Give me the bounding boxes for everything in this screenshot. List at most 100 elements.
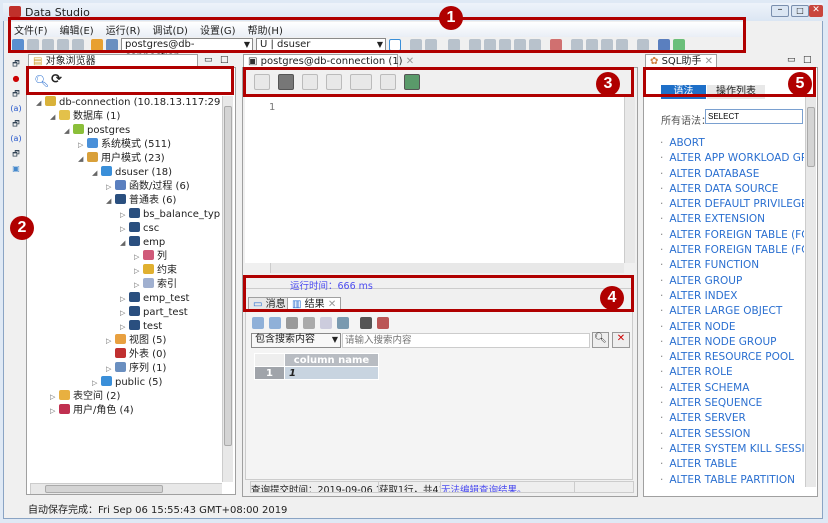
syntax-item[interactable]: · ALTER DATABASE [660,167,804,182]
syntax-filter-input[interactable] [705,109,803,124]
tab-sql-editor[interactable]: ▣ postgres@db-connection (1) ✕ [243,54,414,68]
menu-item[interactable]: 运行(R) [106,22,141,37]
syntax-item[interactable]: · ALTER SCHEMA [660,381,804,396]
tree-node[interactable]: ▷ emp_test [120,292,189,306]
syntax-item[interactable]: · ALTER EXTENSION [660,212,804,227]
tree-node[interactable]: ▷ 表空间 (2) [50,390,120,404]
syntax-item[interactable]: · ALTER DEFAULT PRIVILEGES [660,197,804,212]
close-button[interactable]: ✕ [809,5,823,17]
syntax-item[interactable]: · ALTER SEQUENCE [660,396,804,411]
tab-syntax[interactable]: 语法 [661,85,706,99]
run-icon[interactable] [448,39,460,51]
execute-sql-icon[interactable] [254,74,270,90]
terminal-icon[interactable] [658,39,670,51]
syntax-item[interactable]: · ALTER TABLE PARTITION [660,473,804,486]
restore-icon[interactable]: 🗗 [8,56,24,71]
tree-node[interactable]: 外表 (0) [106,348,166,362]
tab-object-browser[interactable]: ▤ 对象浏览器 [28,54,198,68]
collapse-icon[interactable] [377,317,389,329]
editor-vertical-scrollbar[interactable] [624,97,635,263]
lowercase-icon[interactable] [586,39,598,51]
tree-node[interactable]: ◢ dsuser (18) [92,166,172,180]
syntax-item[interactable]: · ALTER SESSION [660,427,804,442]
stop-icon[interactable] [529,39,541,51]
maximize-view-icon[interactable]: □ [803,55,812,65]
tree-node[interactable]: ▷ public (5) [92,376,162,390]
expand-toggle-icon[interactable]: ◢ [36,96,45,110]
indent-icon[interactable] [601,39,613,51]
expand-toggle-icon[interactable]: ▷ [106,334,115,348]
expand-toggle-icon[interactable]: ▷ [50,390,59,404]
save-icon[interactable] [106,39,118,51]
syntax-item[interactable]: · ALTER INDEX [660,289,804,304]
syntax-item[interactable]: · ALTER SYSTEM KILL SESSION [660,442,804,457]
connect-icon[interactable] [12,39,24,51]
tree-node[interactable]: ▷ 系统模式 (511) [78,138,171,152]
menu-item[interactable]: 调试(D) [152,22,188,37]
expand-toggle-icon[interactable]: ◢ [92,166,101,180]
minimize-view-icon[interactable]: ▭ [204,55,213,65]
minimize-view-icon[interactable]: ▭ [787,55,796,65]
result-search-input[interactable] [342,333,590,348]
tree-node[interactable]: ▷ test [120,320,162,334]
bug-icon[interactable] [514,39,526,51]
tab-results[interactable]: ▥ 结果 ✕ [287,297,342,311]
expand-toggle-icon[interactable]: ▷ [134,250,143,264]
expand-toggle-icon[interactable]: ▷ [120,292,129,306]
syntax-item[interactable]: · ALTER NODE GROUP [660,335,804,350]
search-button[interactable]: 🔍︎ [592,332,609,348]
syntax-item[interactable]: · ALTER APP WORKLOAD GROUP [660,151,804,166]
variables-icon[interactable]: (a) [8,101,24,116]
restore-icon[interactable]: 🗗 [8,146,24,161]
step-over-icon[interactable] [484,39,496,51]
tree-node[interactable]: ▷ 视图 (5) [106,334,166,348]
clear-icon[interactable] [550,39,562,51]
copy-icon[interactable] [252,317,264,329]
expand-toggle-icon[interactable]: ▷ [92,376,101,390]
maximize-button[interactable]: □ [791,5,809,17]
tab-sql-assistant[interactable]: ✿ SQL助手 ✕ [645,54,717,68]
tree-node[interactable]: ▷ part_test [120,306,188,320]
tree-node[interactable]: ◢ 普通表 (6) [106,194,176,208]
tree-node[interactable]: ◢ emp [120,236,165,250]
minimize-button[interactable]: – [771,5,789,17]
export-icon[interactable] [57,39,69,51]
expand-toggle-icon[interactable]: ◢ [50,110,59,124]
column-header[interactable]: column name [284,353,379,367]
history-icon[interactable] [350,74,372,90]
syntax-item[interactable]: · ALTER SERVER [660,411,804,426]
tab-messages[interactable]: ▭ 消息 [248,297,291,311]
tree-node[interactable]: ▷ bs_balance_type_ [120,208,220,222]
expand-toggle-icon[interactable]: ▷ [120,320,129,334]
syntax-item[interactable]: · ALTER RESOURCE POOL [660,350,804,365]
syntax-item[interactable]: · ALTER LARGE OBJECT [660,304,804,319]
tree-node[interactable]: ◢ 数据库 (1) [50,110,120,124]
new-editor-icon[interactable] [389,39,401,51]
tree-node[interactable]: ▷ csc [120,222,159,236]
sql-icon[interactable] [320,317,332,329]
user-select[interactable]: U | dsuser ▼ [256,38,386,52]
expand-toggle-icon[interactable]: ▷ [120,208,129,222]
restore-icon[interactable]: 🗗 [8,116,24,131]
menu-item[interactable]: 文件(F) [14,22,48,37]
unindent-icon[interactable] [616,39,628,51]
export-icon[interactable] [286,317,298,329]
syntax-item[interactable]: · ALTER GROUP [660,274,804,289]
variables-icon[interactable]: (a) [8,131,24,146]
tree-node[interactable]: ▷ 序列 (1) [106,362,166,376]
sql-editor-area[interactable]: 1 [245,97,635,263]
menu-item[interactable]: 编辑(E) [60,22,94,37]
explain-icon[interactable] [380,74,396,90]
expand-toggle-icon[interactable]: ◢ [64,124,73,138]
tab-operation-list[interactable]: 操作列表 [707,85,765,99]
syntax-item[interactable]: · ALTER NODE [660,320,804,335]
expand-toggle-icon[interactable]: ▷ [120,222,129,236]
visual-explain-icon[interactable] [404,74,420,90]
tree-node[interactable]: ◢ postgres [64,124,130,138]
syntax-item[interactable]: · ALTER FOREIGN TABLE (FOR GDS) [660,243,804,258]
export-all-icon[interactable] [303,317,315,329]
result-cell[interactable]: 1 [284,366,379,380]
tree-horizontal-scrollbar[interactable] [30,483,222,494]
expand-icon[interactable] [360,317,372,329]
expand-toggle-icon[interactable]: ▷ [120,306,129,320]
